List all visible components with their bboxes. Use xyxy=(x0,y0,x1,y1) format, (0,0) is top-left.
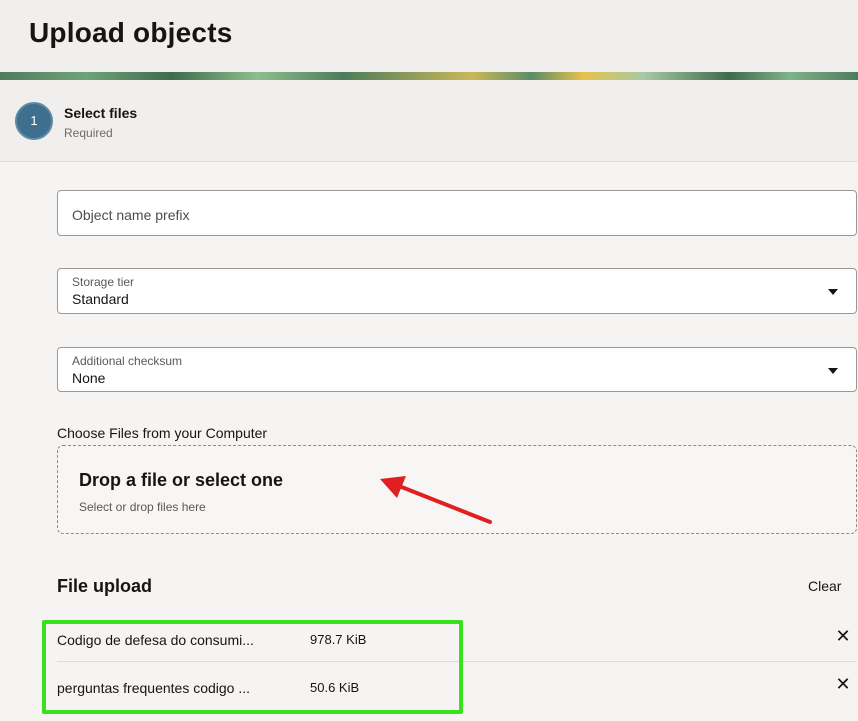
choose-files-label: Choose Files from your Computer xyxy=(57,425,268,441)
red-arrow-annotation xyxy=(380,476,492,524)
file-size: 978.7 KiB xyxy=(310,632,367,647)
decorative-banner xyxy=(0,72,858,80)
checksum-label: Additional checksum xyxy=(72,354,183,368)
storage-tier-value: Standard xyxy=(72,291,129,307)
object-name-prefix-input[interactable]: Object name prefix xyxy=(57,190,857,236)
file-size: 50.6 KiB xyxy=(310,680,360,695)
file-name: Codigo de defesa do consumi... xyxy=(57,632,254,648)
close-icon[interactable]: ✕ xyxy=(835,675,851,693)
dropzone-subtitle: Select or drop files here xyxy=(79,500,206,514)
page-header: Upload objects xyxy=(0,0,858,72)
clear-button[interactable]: Clear xyxy=(808,578,841,594)
additional-checksum-select[interactable]: Additional checksum None xyxy=(57,347,857,392)
wizard-step[interactable]: 1 Select files Required xyxy=(0,80,858,162)
step-title: Select files xyxy=(64,105,138,121)
file-row: Codigo de defesa do consumi... 978.7 KiB… xyxy=(57,614,857,662)
file-row: perguntas frequentes codigo ... 50.6 KiB… xyxy=(57,662,857,710)
prefix-placeholder: Object name prefix xyxy=(72,207,190,223)
close-icon[interactable]: ✕ xyxy=(835,627,851,645)
storage-tier-select[interactable]: Storage tier Standard xyxy=(57,268,857,314)
step-required-text: Required xyxy=(64,126,113,140)
checksum-value: None xyxy=(72,370,106,386)
step-number-badge: 1 xyxy=(15,102,53,140)
page-title: Upload objects xyxy=(29,17,233,48)
file-upload-heading: File upload xyxy=(57,576,153,596)
dropzone-title: Drop a file or select one xyxy=(79,470,284,490)
storage-tier-label: Storage tier xyxy=(72,275,135,289)
chevron-down-icon xyxy=(828,289,838,295)
chevron-down-icon xyxy=(828,368,838,374)
file-name: perguntas frequentes codigo ... xyxy=(57,680,251,696)
